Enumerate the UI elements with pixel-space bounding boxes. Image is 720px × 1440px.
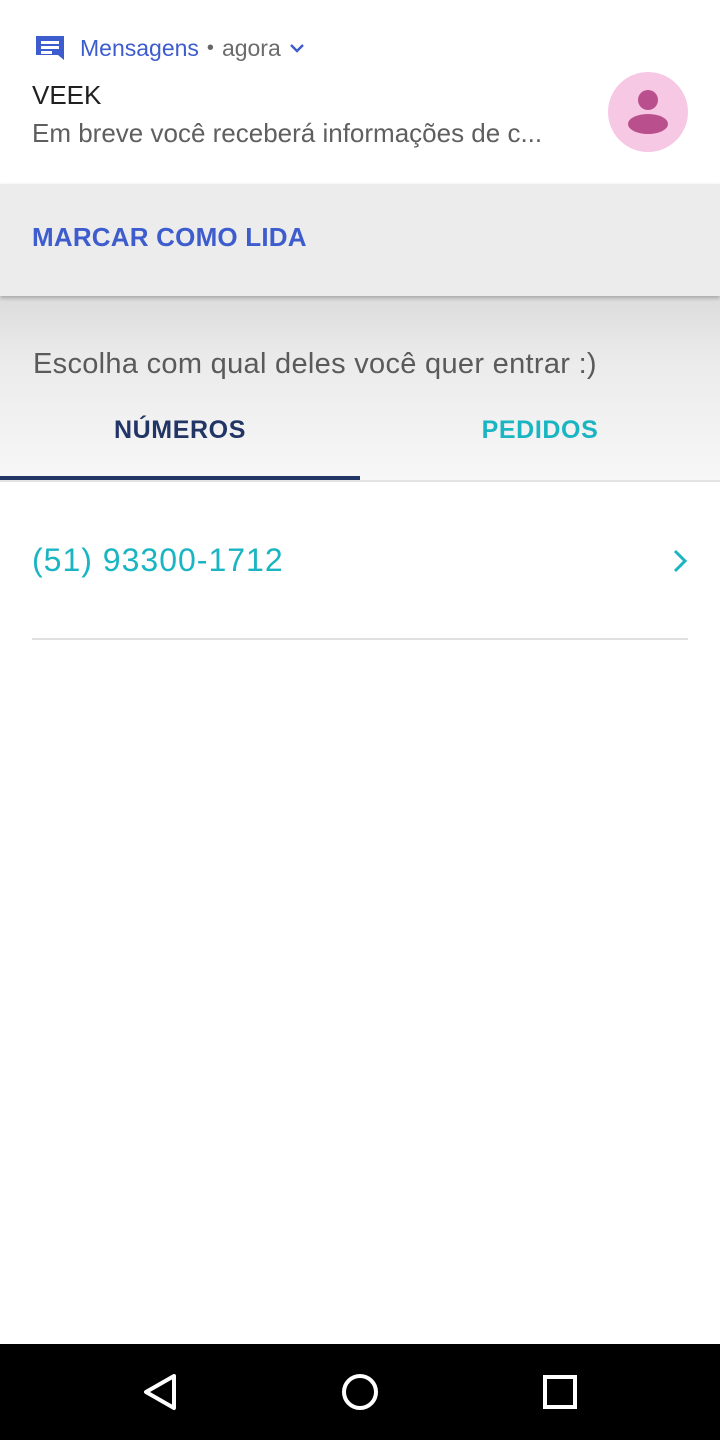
notification-sender: VEEK [32, 80, 102, 110]
header-separator: • [206, 36, 214, 59]
system-nav-bar [0, 1344, 720, 1440]
list-item[interactable]: (51) 93300-1712 [32, 520, 688, 640]
mark-as-read-button[interactable]: MARCAR COMO LIDA [32, 222, 307, 253]
app-header: Escolha com qual deles você quer entrar … [0, 296, 720, 480]
messages-app-icon [34, 34, 66, 62]
notification-header: Mensagens • agora [34, 32, 307, 64]
tab-numeros[interactable]: NÚMEROS [0, 416, 360, 445]
notification-card[interactable]: Mensagens • agora VEEK Em breve você rec… [0, 0, 720, 184]
notification-preview: Em breve você receberá informações de c.… [32, 118, 543, 148]
home-circle-icon[interactable] [340, 1372, 380, 1412]
person-icon [628, 90, 668, 134]
notification-time: agora [221, 34, 281, 61]
tab-pedidos[interactable]: PEDIDOS [360, 416, 720, 445]
recents-square-icon[interactable] [540, 1372, 580, 1412]
page-subtitle: Escolha com qual deles você quer entrar … [33, 348, 597, 380]
back-triangle-icon[interactable] [140, 1372, 180, 1412]
chevron-right-icon [673, 549, 688, 573]
avatar [608, 72, 688, 152]
chevron-down-icon[interactable] [289, 39, 307, 57]
notification-actions: MARCAR COMO LIDA [0, 184, 720, 296]
notification-app-name: Mensagens [80, 34, 199, 61]
tab-divider [0, 480, 720, 482]
phone-number: (51) 93300-1712 [32, 542, 284, 578]
